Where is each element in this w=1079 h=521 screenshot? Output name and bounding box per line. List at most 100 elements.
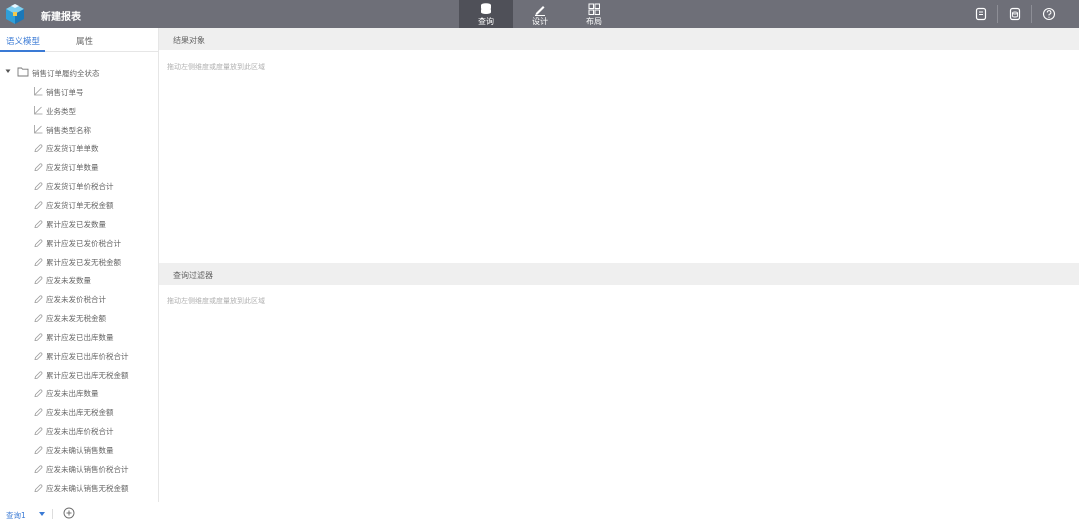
measure-icon: [34, 427, 43, 436]
measure-label: 应发货订单数量: [46, 163, 99, 173]
tree-root-label: 销售订单履约全状态: [32, 69, 100, 78]
data-source-button[interactable]: [1000, 0, 1030, 28]
dimension-item[interactable]: 销售类型名称: [0, 121, 159, 139]
measure-icon: [34, 276, 43, 285]
measure-label: 应发未确认销售数量: [46, 446, 114, 455]
dimension-icon: [34, 124, 43, 133]
bottom-divider: [52, 509, 53, 519]
database-icon: [481, 3, 491, 14]
measure-item[interactable]: 累计应发已发价税合计: [0, 234, 159, 252]
measure-item[interactable]: 应发未出库无税金额: [0, 403, 159, 421]
measure-label: 应发未出库价税合计: [46, 427, 114, 437]
measure-label: 应发未确认销售无税金额: [46, 483, 129, 493]
measure-item[interactable]: 累计应发已发无税金额: [0, 253, 159, 271]
tab-layout-label: 布局: [586, 17, 602, 26]
bottom-bar: 查询1: [0, 502, 1079, 521]
measure-label: 累计应发已出库数量: [46, 332, 114, 342]
measure-icon: [34, 220, 43, 228]
measure-item[interactable]: 累计应发已发数量: [0, 215, 159, 233]
measure-item[interactable]: 累计应发已出库无税金额: [0, 366, 159, 384]
dimension-item[interactable]: 销售订单号: [0, 83, 159, 101]
measure-label: 应发未发无税金额: [46, 314, 106, 324]
measure-item[interactable]: 应发未发数量: [0, 271, 159, 289]
dimension-label: 业务类型: [46, 106, 76, 116]
left-panel: 语义模型 属性 销售订单履约全状态 销售订单号业务类型销售类型名称 应发货订单单数…: [0, 28, 159, 502]
document-button[interactable]: [966, 0, 996, 28]
tab-query[interactable]: 查询: [459, 0, 513, 28]
measure-item[interactable]: 应发货订单数量: [0, 158, 159, 176]
result-drop-hint[interactable]: 拖动左侧维度或度量放到此区域: [167, 62, 265, 72]
add-query-icon[interactable]: [63, 507, 75, 519]
tree-root[interactable]: 销售订单履约全状态: [0, 64, 159, 82]
pencil-icon: [535, 6, 545, 16]
grid-icon: [588, 3, 600, 15]
caret-down-icon[interactable]: [5, 68, 11, 74]
tab-design[interactable]: 设计: [513, 0, 567, 28]
dimension-icon: [34, 105, 43, 115]
filter-pane-title: 查询过滤器: [173, 271, 213, 280]
document-icon: [975, 7, 987, 21]
measure-item[interactable]: 应发未发价税合计: [0, 290, 159, 308]
measure-icon: [34, 333, 43, 341]
measure-label: 应发未出库数量: [46, 389, 99, 399]
measure-icon: [34, 465, 43, 473]
result-pane-header: 结果对象: [159, 28, 1079, 50]
measure-label: 累计应发已出库无税金额: [46, 370, 129, 380]
measure-icon: [34, 295, 43, 304]
measure-label: 累计应发已出库价税合计: [46, 351, 129, 361]
result-pane-title: 结果对象: [173, 36, 205, 45]
measure-item[interactable]: 应发未确认销售无税金额: [0, 479, 159, 497]
measure-label: 应发未确认销售价税合计: [46, 464, 129, 474]
measure-label: 应发未出库无税金额: [46, 408, 114, 418]
tab-layout[interactable]: 布局: [567, 0, 621, 28]
measure-item[interactable]: 应发未出库数量: [0, 384, 159, 402]
measure-icon: [34, 352, 43, 360]
measure-item[interactable]: 应发未出库价税合计: [0, 422, 159, 440]
app-title: 新建报表: [41, 12, 81, 23]
measure-item[interactable]: 应发货订单无税金额: [0, 196, 159, 214]
query-tab[interactable]: 查询1: [6, 510, 26, 521]
dimension-item[interactable]: 业务类型: [0, 102, 159, 120]
data-source-icon: [1009, 7, 1021, 21]
filter-pane-header: 查询过滤器: [159, 263, 1079, 285]
measure-label: 应发货订单价税合计: [46, 182, 114, 192]
measure-icon: [34, 163, 43, 172]
measure-item[interactable]: 应发未发无税金额: [0, 309, 159, 327]
left-panel-tabs: 语义模型 属性: [0, 28, 159, 52]
measure-label: 应发未发数量: [46, 276, 91, 286]
tab-query-label: 查询: [478, 17, 494, 26]
active-tab-indicator: [0, 50, 45, 52]
measure-label: 应发未发价税合计: [46, 295, 106, 305]
measure-icon: [34, 446, 43, 454]
measure-item[interactable]: 累计应发已出库数量: [0, 328, 159, 346]
measure-icon: [34, 239, 43, 247]
measure-item[interactable]: 应发未确认销售价税合计: [0, 460, 159, 478]
measure-icon: [34, 257, 43, 266]
measure-item[interactable]: 应发货订单单数: [0, 139, 159, 157]
measure-item[interactable]: 应发未确认销售数量: [0, 441, 159, 459]
measure-icon: [34, 144, 43, 153]
measure-label: 累计应发已发无税金额: [46, 257, 121, 267]
measure-item[interactable]: 应发货订单价税合计: [0, 177, 159, 195]
measure-item[interactable]: 累计应发已出库价税合计: [0, 347, 159, 365]
help-button[interactable]: [1034, 0, 1064, 28]
help-icon: [1042, 7, 1056, 21]
measure-label: 应发货订单单数: [46, 144, 99, 154]
measure-icon: [34, 314, 43, 322]
dimension-label: 销售类型名称: [46, 125, 91, 135]
measure-icon: [34, 408, 43, 417]
filter-drop-hint[interactable]: 拖动左侧维度或度量放到此区域: [167, 296, 265, 306]
measure-icon: [34, 370, 43, 379]
folder-icon: [17, 67, 29, 77]
measure-icon: [34, 201, 43, 209]
top-bar: 新建报表 查询 设计 布局: [0, 0, 1079, 28]
app-logo-icon: [6, 4, 24, 24]
measure-label: 累计应发已发数量: [46, 219, 106, 229]
measure-icon: [34, 484, 43, 492]
chevron-down-icon[interactable]: [39, 512, 45, 516]
measure-label: 应发货订单无税金额: [46, 200, 114, 210]
header-divider: [997, 5, 998, 23]
tab-semantic-model[interactable]: 语义模型: [6, 35, 40, 47]
tab-design-label: 设计: [532, 17, 548, 26]
tab-properties[interactable]: 属性: [76, 35, 93, 47]
